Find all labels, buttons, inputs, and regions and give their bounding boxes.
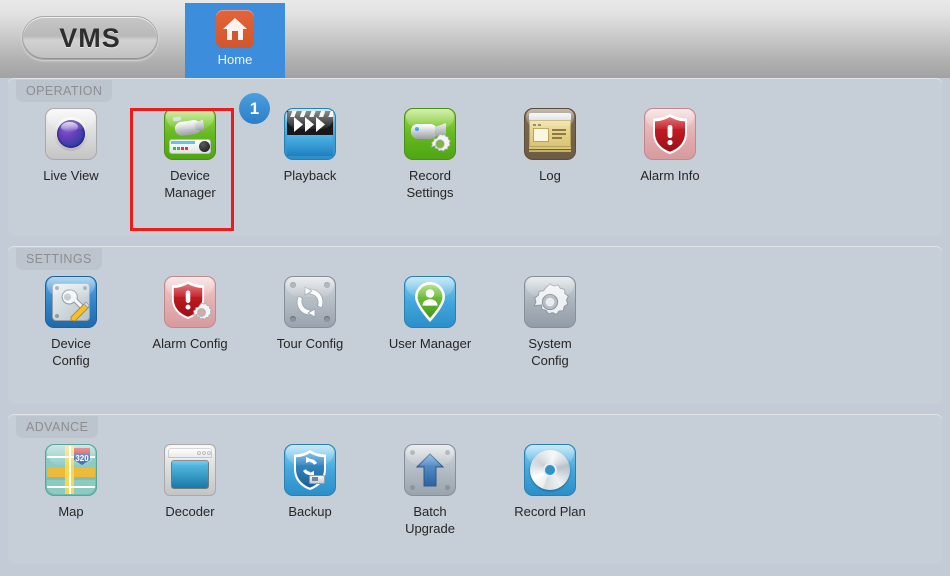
tile-label: Decoder — [165, 503, 214, 520]
tour-refresh-icon — [284, 276, 336, 328]
tile-label: Alarm Config — [152, 335, 227, 352]
app-logo: VMS — [22, 16, 158, 60]
upload-arrow-icon — [404, 444, 456, 496]
tile-system-config[interactable]: System Config — [490, 276, 610, 369]
tile-label: Playback — [284, 167, 337, 184]
decoder-window-icon — [164, 444, 216, 496]
section-advance: ADVANCE 320 — [8, 414, 942, 564]
tile-live-view[interactable]: Live View — [11, 108, 131, 184]
advance-tile-row: 320 Map Decoder — [8, 444, 942, 564]
tile-device-config[interactable]: Device Config — [11, 276, 131, 369]
tile-alarm-config[interactable]: Alarm Config — [130, 276, 250, 352]
tile-label: Live View — [43, 167, 98, 184]
tile-label: Tour Config — [277, 335, 343, 352]
section-header-advance: ADVANCE — [16, 416, 98, 438]
tile-batch-upgrade[interactable]: Batch Upgrade — [370, 444, 490, 537]
tile-backup[interactable]: Backup — [250, 444, 370, 520]
tile-decoder[interactable]: Decoder — [130, 444, 250, 520]
system-gear-icon — [524, 276, 576, 328]
title-bar: VMS Home — [0, 0, 950, 78]
tile-label: Device Config — [51, 335, 91, 369]
section-header-operation: OPERATION — [16, 80, 112, 102]
vms-home-screen: VMS Home OPERATION — [0, 0, 950, 576]
tab-home[interactable]: Home — [185, 3, 285, 78]
tile-label: Record Settings — [407, 167, 454, 201]
road-map-icon: 320 — [45, 444, 97, 496]
highlight-box-device-manager — [130, 108, 234, 231]
disc-icon — [524, 444, 576, 496]
tile-record-plan[interactable]: Record Plan — [490, 444, 610, 520]
user-pin-icon — [404, 276, 456, 328]
log-book-icon — [524, 108, 576, 160]
tile-map[interactable]: 320 Map — [11, 444, 131, 520]
tile-user-manager[interactable]: User Manager — [370, 276, 490, 352]
app-logo-text: VMS — [59, 23, 121, 54]
tile-label: Batch Upgrade — [405, 503, 455, 537]
settings-tile-row: Device Config — [8, 276, 942, 396]
tile-record-settings[interactable]: Record Settings — [370, 108, 490, 201]
tile-playback[interactable]: Playback — [250, 108, 370, 184]
home-icon — [216, 10, 254, 48]
tile-label: System Config — [528, 335, 571, 369]
section-settings: SETTINGS — [8, 246, 942, 404]
alarm-shield-icon — [644, 108, 696, 160]
device-config-tools-icon — [45, 276, 97, 328]
alarm-shield-gear-icon — [164, 276, 216, 328]
tile-alarm-info[interactable]: Alarm Info — [610, 108, 730, 184]
tile-label: Alarm Info — [640, 167, 699, 184]
tile-label: Map — [58, 503, 83, 520]
tile-log[interactable]: Log — [490, 108, 610, 184]
tile-label: Backup — [288, 503, 331, 520]
tile-label: Log — [539, 167, 561, 184]
tile-tour-config[interactable]: Tour Config — [250, 276, 370, 352]
playback-film-icon — [284, 108, 336, 160]
camera-lens-icon — [45, 108, 97, 160]
tile-label: Record Plan — [514, 503, 586, 520]
record-gear-icon — [404, 108, 456, 160]
tab-home-label: Home — [218, 52, 253, 67]
section-header-settings: SETTINGS — [16, 248, 102, 270]
tile-label: User Manager — [389, 335, 471, 352]
backup-shield-icon — [284, 444, 336, 496]
step-badge-1: 1 — [239, 93, 270, 124]
